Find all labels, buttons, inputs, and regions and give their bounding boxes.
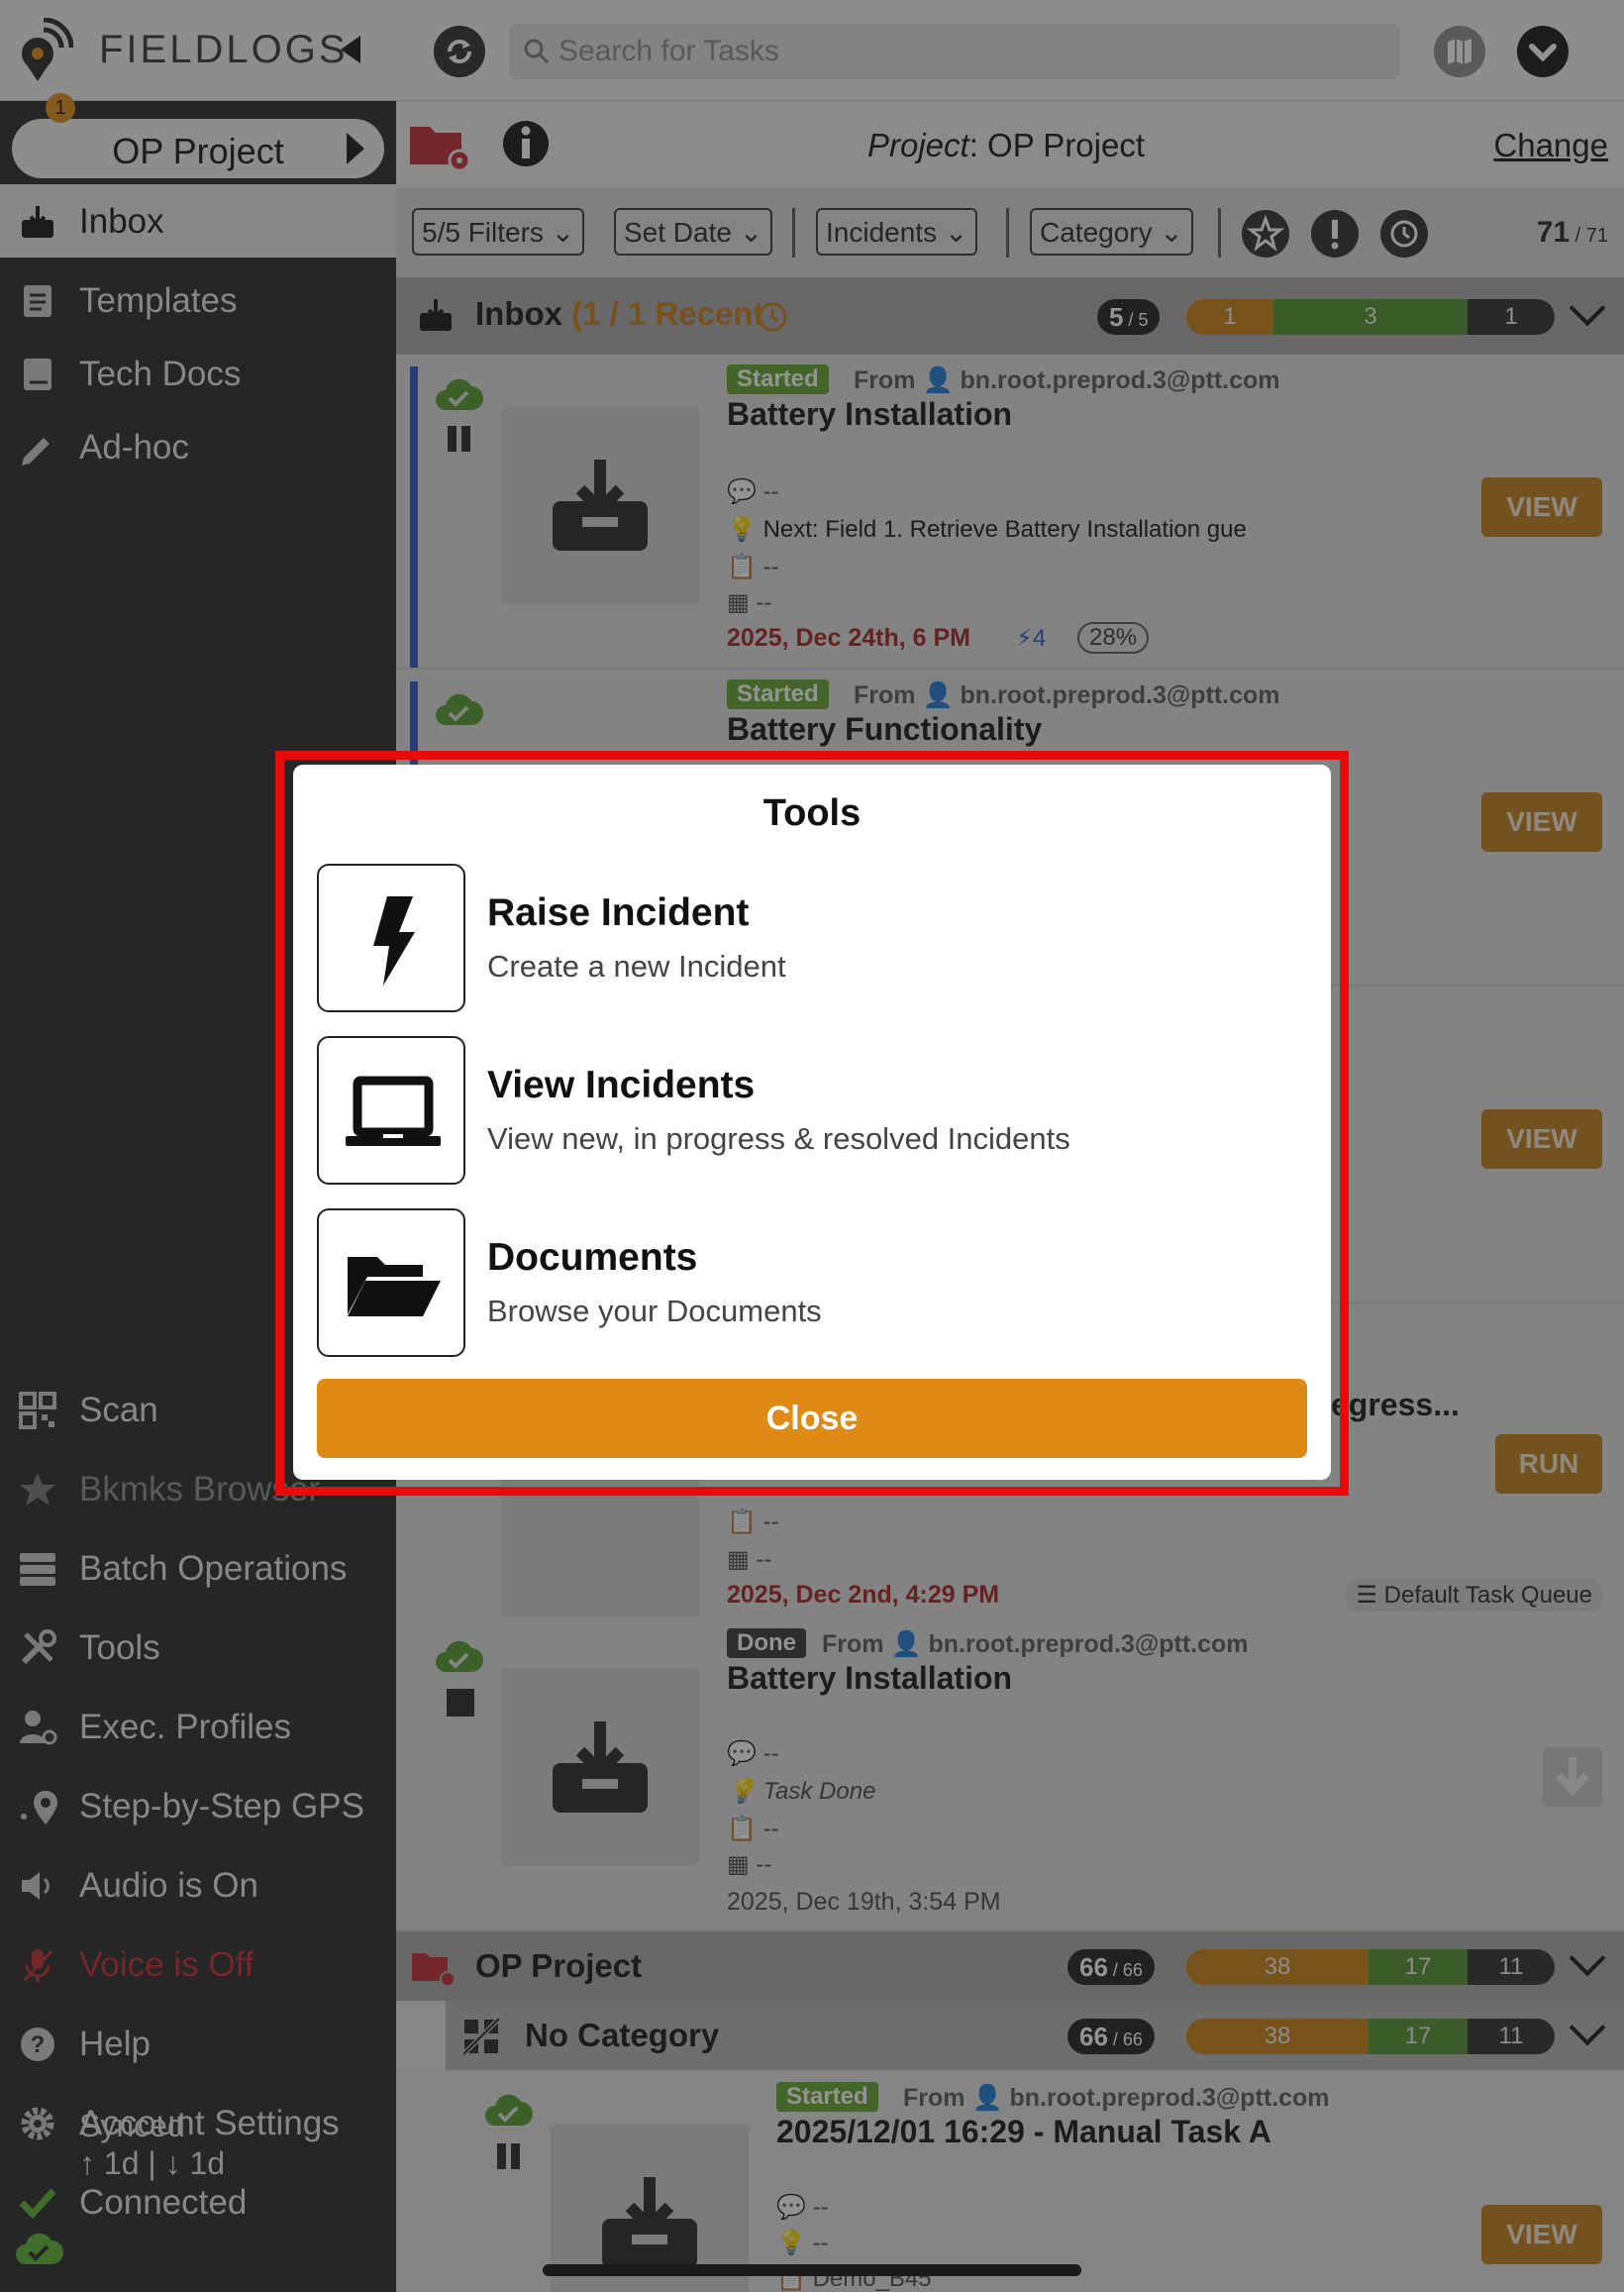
tool-name: Documents [487,1236,698,1279]
tool-description: Create a new Incident [487,949,786,984]
raise-incident-icon-box[interactable] [317,864,465,1012]
tool-name: View Incidents [487,1064,756,1106]
tool-description: View new, in progress & resolved Inciden… [487,1121,1070,1156]
folder-open-icon [348,1257,441,1316]
tools-modal: Tools Raise Incident Create a new Incide… [293,765,1331,1480]
tool-name: Raise Incident [487,891,750,934]
laptop-icon [346,1076,441,1146]
modal-title: Tools [762,792,862,834]
tool-description: Browse your Documents [487,1294,822,1328]
home-indicator [543,2264,1081,2276]
view-incidents-icon-box[interactable] [317,1036,465,1185]
raise-incident-option[interactable]: Raise Incident Create a new Incident [317,864,1307,1012]
lightning-bolt-icon [373,896,415,986]
documents-icon-box[interactable] [317,1208,465,1357]
documents-option[interactable]: Documents Browse your Documents [317,1208,1307,1357]
view-incidents-option[interactable]: View Incidents View new, in progress & r… [317,1036,1307,1185]
close-button[interactable]: Close [317,1379,1307,1458]
